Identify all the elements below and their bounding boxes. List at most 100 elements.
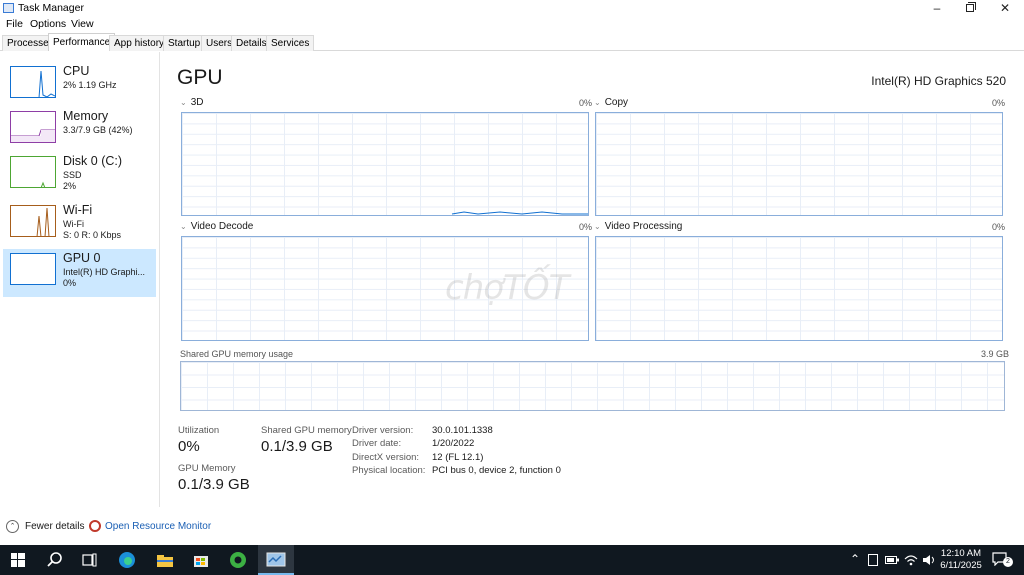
sidebar-item-memory[interactable]: Memory 3.3/7.9 GB (42%) (3, 107, 156, 155)
sidebar-item-detail: 3.3/7.9 GB (42%) (63, 125, 133, 135)
graph-selector-video-decode[interactable]: ⌄ Video Decode (180, 221, 253, 232)
restore-icon (966, 2, 976, 12)
graph-3d (181, 112, 589, 216)
edge-taskbar-button[interactable] (117, 551, 137, 569)
driver-version-label: Driver version: (352, 425, 414, 436)
file-explorer-button[interactable] (155, 551, 175, 569)
sidebar-item-gpu[interactable]: GPU 0 Intel(R) HD Graphi... 0% (3, 249, 156, 297)
graph-selector-3d[interactable]: ⌄ 3D (180, 97, 204, 108)
sidebar-item-detail: 2% 1.19 GHz (63, 80, 117, 90)
clock-time: 12:10 AM (940, 548, 982, 559)
tab-services[interactable]: Services (266, 35, 315, 51)
chevron-down-icon: ⌄ (180, 222, 187, 231)
graph-label: Copy (604, 97, 629, 108)
taskbar-clock[interactable]: 12:10 AM 6/11/2025 (938, 548, 984, 572)
graph-percent: 0% (992, 98, 1006, 108)
edge-icon (119, 552, 135, 568)
gpu-memory-value: 0.1/3.9 GB (178, 476, 250, 493)
close-button[interactable]: ✕ (988, 0, 1022, 17)
graph-label: Video Processing (604, 221, 683, 232)
sidebar-item-detail: Intel(R) HD Graphi... (63, 267, 146, 277)
task-manager-taskbar-button[interactable] (258, 545, 294, 575)
directx-version-value: 12 (FL 12.1) (432, 452, 484, 463)
windows-logo-icon (11, 553, 25, 567)
window-title: Task Manager (18, 2, 84, 14)
store-icon (194, 556, 208, 567)
clock-date: 6/11/2025 (940, 560, 982, 571)
menu-file[interactable]: File (6, 18, 23, 30)
tab-startup[interactable]: Startup (163, 35, 206, 51)
battery-icon[interactable] (885, 554, 899, 569)
shared-memory-graph (180, 361, 1005, 411)
tab-app-history[interactable]: App history (109, 35, 170, 51)
driver-version-value: 30.0.101.1338 (432, 425, 493, 436)
utilization-value: 0% (178, 438, 200, 455)
minimize-button[interactable]: – (920, 0, 954, 17)
folder-icon (157, 554, 173, 567)
chevron-down-icon: ⌄ (594, 222, 601, 231)
graph-percent: 0% (579, 98, 593, 108)
tablet-icon[interactable] (868, 554, 878, 569)
utilization-label: Utilization (178, 425, 220, 436)
disk-thumbnail-graph (10, 156, 56, 188)
sidebar-item-title: Wi-Fi (63, 203, 93, 217)
shared-memory-label: Shared GPU memory usage (180, 349, 294, 359)
task-manager-window: Task Manager – ✕ File Options View Proce… (0, 0, 1024, 545)
sidebar-item-title: CPU (63, 64, 90, 78)
sidebar-item-detail: Wi-Fi (63, 219, 84, 229)
chevron-down-icon: ⌄ (180, 98, 187, 107)
sidebar-item-wifi[interactable]: Wi-Fi Wi-Fi S: 0 R: 0 Kbps (3, 201, 156, 249)
chevron-down-icon: ⌄ (594, 98, 601, 107)
search-button[interactable] (45, 551, 65, 569)
shared-gpu-memory-value: 0.1/3.9 GB (261, 438, 333, 455)
sidebar-item-detail: 2% (63, 181, 77, 191)
resource-monitor-icon[interactable] (89, 520, 101, 532)
start-button[interactable] (8, 551, 28, 569)
coccoc-browser-button[interactable] (228, 551, 248, 569)
menu-view[interactable]: View (71, 18, 94, 30)
wifi-icon[interactable] (904, 554, 918, 569)
tab-performance[interactable]: Performance (48, 33, 116, 51)
title-bar[interactable]: Task Manager – ✕ (0, 0, 1024, 17)
taskbar: ⌃ 12:10 AM 6/11/2025 2 (0, 545, 1024, 575)
task-view-icon (82, 553, 97, 567)
shared-gpu-memory-label: Shared GPU memory (261, 425, 352, 436)
volume-icon[interactable] (922, 554, 936, 569)
restore-button[interactable] (953, 0, 987, 17)
cpu-thumbnail-graph (10, 66, 56, 98)
sidebar-item-detail: S: 0 R: 0 Kbps (63, 230, 122, 240)
directx-version-label: DirectX version: (352, 452, 420, 463)
task-manager-icon (266, 552, 286, 567)
sidebar-item-detail: SSD (63, 170, 82, 180)
tab-strip: Processes Performance App history Startu… (0, 33, 1024, 51)
graph-copy (595, 112, 1003, 216)
chevron-up-icon[interactable]: ⌃ (6, 520, 19, 533)
task-manager-icon (3, 3, 14, 13)
notification-center-button[interactable]: 2 (992, 552, 1013, 567)
graph-video-processing (595, 236, 1003, 341)
sidebar-item-title: Disk 0 (C:) (63, 154, 123, 168)
chevron-up-icon[interactable]: ⌃ (850, 552, 860, 566)
page-title: GPU (177, 66, 223, 89)
sidebar-item-title: Memory (63, 109, 109, 123)
shared-memory-max: 3.9 GB (981, 349, 1010, 359)
gpu-thumbnail-graph (10, 253, 56, 285)
driver-date-label: Driver date: (352, 438, 402, 449)
menu-options[interactable]: Options (30, 18, 66, 30)
open-resource-monitor-link[interactable]: Open Resource Monitor (105, 521, 211, 532)
gpu-memory-label: GPU Memory (178, 463, 236, 474)
sidebar-item-cpu[interactable]: CPU 2% 1.19 GHz (3, 62, 156, 110)
memory-thumbnail-graph (10, 111, 56, 143)
graph-label: 3D (190, 97, 204, 108)
driver-date-value: 1/20/2022 (432, 438, 475, 449)
graph-selector-video-processing[interactable]: ⌄ Video Processing (594, 221, 682, 232)
resource-sidebar: CPU 2% 1.19 GHz Memory 3.3/7.9 GB (42%) … (0, 52, 160, 507)
fewer-details-button[interactable]: Fewer details (25, 521, 84, 532)
graph-selector-copy[interactable]: ⌄ Copy (594, 97, 628, 108)
notification-count-badge: 2 (1003, 557, 1013, 567)
sidebar-item-title: GPU 0 (63, 251, 101, 265)
store-button[interactable] (191, 551, 211, 569)
sidebar-item-disk[interactable]: Disk 0 (C:) SSD 2% (3, 152, 156, 200)
wifi-thumbnail-graph (10, 205, 56, 237)
task-view-button[interactable] (80, 551, 100, 569)
